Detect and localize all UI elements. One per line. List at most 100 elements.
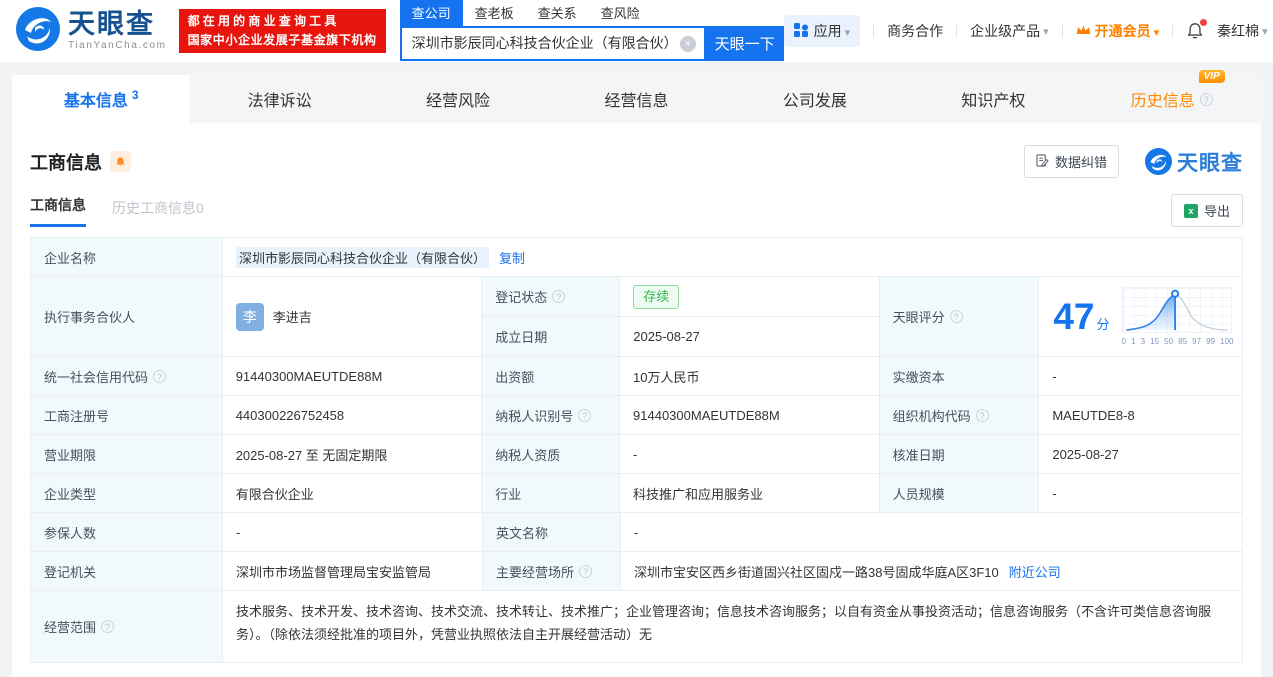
help-icon bbox=[975, 408, 989, 422]
copy-link[interactable]: 复制 bbox=[499, 248, 525, 267]
capital-value: 10万人民币 bbox=[620, 357, 880, 396]
capital-label: 出资额 bbox=[482, 357, 621, 396]
taxpayer-quality-label: 纳税人资质 bbox=[482, 435, 621, 474]
excel-icon bbox=[1183, 203, 1198, 218]
paid-capital-value: - bbox=[1039, 357, 1242, 396]
section-title: 工商信息 bbox=[30, 152, 102, 173]
crown-icon bbox=[1076, 23, 1091, 39]
score-value: 47 bbox=[1053, 296, 1095, 337]
notification-bell-icon[interactable] bbox=[1186, 19, 1208, 40]
search-area: 查公司 查老板 查关系 查风险 天眼一下 bbox=[399, 0, 784, 61]
credit-code-value: 91440300MAEUTDE88M bbox=[222, 357, 483, 396]
business-term-value: 2025-08-27 至 无固定期限 bbox=[222, 435, 483, 474]
search-button[interactable]: 天眼一下 bbox=[705, 25, 784, 61]
subtab-business-info[interactable]: 工商信息 bbox=[30, 195, 86, 227]
tab-label: 历史信息 bbox=[1130, 93, 1195, 110]
vip-badge: VIP bbox=[1198, 70, 1225, 83]
nav-open-vip[interactable]: 开通会员 bbox=[1076, 21, 1160, 41]
establish-date-value: 2025-08-27 bbox=[620, 317, 879, 356]
business-address-cell: 深圳市宝安区西乡街道固兴社区固戍一路38号固成华庭A区3F10 附近公司 bbox=[621, 552, 1242, 591]
search-input[interactable] bbox=[401, 27, 704, 59]
correction-doc-icon bbox=[1036, 153, 1049, 170]
tab-business-risk[interactable]: 经营风险 bbox=[369, 75, 547, 123]
label-text: 统一社会信用代码 bbox=[44, 369, 149, 385]
company-name-value: 深圳市影辰同心科技合伙企业（有限合伙） bbox=[236, 246, 490, 268]
label-text: 主要经营场所 bbox=[496, 564, 575, 580]
tab-count-badge: 3 bbox=[131, 88, 139, 102]
tab-label: 基本信息 bbox=[63, 93, 128, 110]
help-icon bbox=[153, 369, 167, 383]
insured-count-value: - bbox=[223, 513, 483, 552]
status-badge: 存续 bbox=[633, 284, 680, 309]
table-row: 参保人数 - 英文名称 - bbox=[31, 513, 1242, 552]
taxpayer-id-label: 纳税人识别号 bbox=[482, 396, 621, 435]
label-text: 纳税人识别号 bbox=[495, 408, 574, 424]
credit-code-label: 统一社会信用代码 bbox=[31, 357, 223, 396]
industry-value: 科技推广和应用服务业 bbox=[620, 474, 880, 513]
slogan-line1: 都在用的商业查询工具 bbox=[187, 14, 340, 28]
open-vip-label: 开通会员 bbox=[1095, 21, 1160, 41]
tab-intellectual-property[interactable]: 知识产权 bbox=[904, 75, 1082, 123]
approval-date-value: 2025-08-27 bbox=[1039, 435, 1242, 474]
tab-legal-proceedings[interactable]: 法律诉讼 bbox=[190, 75, 368, 123]
staff-size-value: - bbox=[1039, 474, 1242, 513]
nearby-companies-link[interactable]: 附近公司 bbox=[1009, 562, 1061, 581]
company-type-value: 有限合伙企业 bbox=[222, 474, 483, 513]
nav-business-cooperation[interactable]: 商务合作 bbox=[887, 21, 943, 41]
english-name-label: 英文名称 bbox=[483, 513, 621, 552]
tab-label: 法律诉讼 bbox=[247, 93, 312, 110]
search-tab-company[interactable]: 查公司 bbox=[399, 0, 463, 26]
company-name-cell: 深圳市影辰同心科技合伙企业（有限合伙） 复制 bbox=[223, 238, 1242, 277]
business-scope-value: 技术服务、技术开发、技术咨询、技术交流、技术转让、技术推广；企业管理咨询；信息技… bbox=[223, 591, 1242, 662]
table-row: 登记机关 深圳市市场监督管理局宝安监管局 主要经营场所 深圳市宝安区西乡街道固兴… bbox=[31, 552, 1242, 591]
search-tab-boss[interactable]: 查老板 bbox=[463, 0, 526, 26]
reg-authority-label: 登记机关 bbox=[31, 552, 223, 591]
english-name-value: - bbox=[621, 513, 1242, 552]
apps-menu[interactable]: 应用 bbox=[783, 15, 861, 47]
tab-business-info[interactable]: 经营信息 bbox=[547, 75, 725, 123]
tab-history-info[interactable]: 历史信息 VIP bbox=[1083, 70, 1261, 123]
subtab-history-business-info[interactable]: 历史工商信息0 bbox=[112, 198, 204, 227]
notification-dot bbox=[1200, 19, 1208, 26]
nav-enterprise-products[interactable]: 企业级产品 bbox=[970, 21, 1049, 41]
tab-label: 公司发展 bbox=[782, 93, 847, 110]
table-row: 企业名称 深圳市影辰同心科技合伙企业（有限合伙） 复制 bbox=[31, 238, 1242, 277]
header-nav: 应用 商务合作 企业级产品 开通会员 秦红棉 bbox=[783, 15, 1268, 47]
tianyancha-logo[interactable]: 天眼查 TianYanCha.com bbox=[16, 6, 167, 56]
search-tab-risk[interactable]: 查风险 bbox=[589, 0, 652, 26]
clear-search-icon[interactable] bbox=[679, 35, 696, 52]
business-address-value: 深圳市宝安区西乡街道固兴社区固戍一路38号固成华庭A区3F10 bbox=[634, 564, 999, 580]
slogan-banner: 都在用的商业查询工具 国家中小企业发展子基金旗下机构 bbox=[178, 9, 386, 53]
nav-divider bbox=[1172, 24, 1174, 38]
org-code-label: 组织机构代码 bbox=[879, 396, 1040, 435]
org-code-value: MAEUTDE8-8 bbox=[1039, 396, 1242, 435]
executive-partner-label: 执行事务合伙人 bbox=[31, 277, 223, 357]
staff-size-label: 人员规模 bbox=[879, 474, 1040, 513]
reg-number-label: 工商注册号 bbox=[31, 396, 223, 435]
registration-info-table: 企业名称 深圳市影辰同心科技合伙企业（有限合伙） 复制 执行事务合伙人 李 李进… bbox=[30, 237, 1243, 663]
label-text: 天眼评分 bbox=[892, 310, 945, 325]
tab-basic-info[interactable]: 基本信息 3 bbox=[12, 75, 191, 123]
company-tabbar: 基本信息 3 法律诉讼 经营风险 经营信息 公司发展 知识产权 历史信息 VIP bbox=[12, 70, 1261, 123]
export-label: 导出 bbox=[1203, 204, 1230, 219]
data-correction-button[interactable]: 数据纠错 bbox=[1023, 145, 1119, 178]
partner-name[interactable]: 李进吉 bbox=[273, 307, 312, 326]
help-icon bbox=[552, 290, 566, 303]
logo-subtitle: TianYanCha.com bbox=[68, 40, 167, 51]
user-menu[interactable]: 秦红棉 bbox=[1217, 21, 1268, 41]
export-button[interactable]: 导出 bbox=[1170, 194, 1243, 227]
help-icon bbox=[949, 310, 963, 323]
table-row: 执行事务合伙人 李 李进吉 登记状态 存续 成立日期 2025-08- bbox=[31, 277, 1242, 357]
search-tab-relation[interactable]: 查关系 bbox=[526, 0, 589, 26]
score-distribution-chart: 0 1 3 15 50 85 97 99 100 bbox=[1121, 287, 1234, 346]
tab-company-development[interactable]: 公司发展 bbox=[726, 75, 904, 123]
monitor-bell-icon[interactable] bbox=[110, 151, 131, 172]
tab-label: 经营信息 bbox=[604, 93, 669, 110]
tab-label: 知识产权 bbox=[961, 93, 1026, 110]
tab-label: 经营风险 bbox=[426, 93, 491, 110]
approval-date-label: 核准日期 bbox=[879, 435, 1040, 474]
paid-capital-label: 实缴资本 bbox=[879, 357, 1040, 396]
business-info-card: 工商信息 数据纠错 天眼查 工商信息 历史工商信息0 x 导出 企业名称 深圳市… bbox=[12, 123, 1261, 677]
establish-date-label: 成立日期 bbox=[482, 317, 621, 356]
tianyancha-watermark: 天眼查 bbox=[1145, 147, 1243, 177]
